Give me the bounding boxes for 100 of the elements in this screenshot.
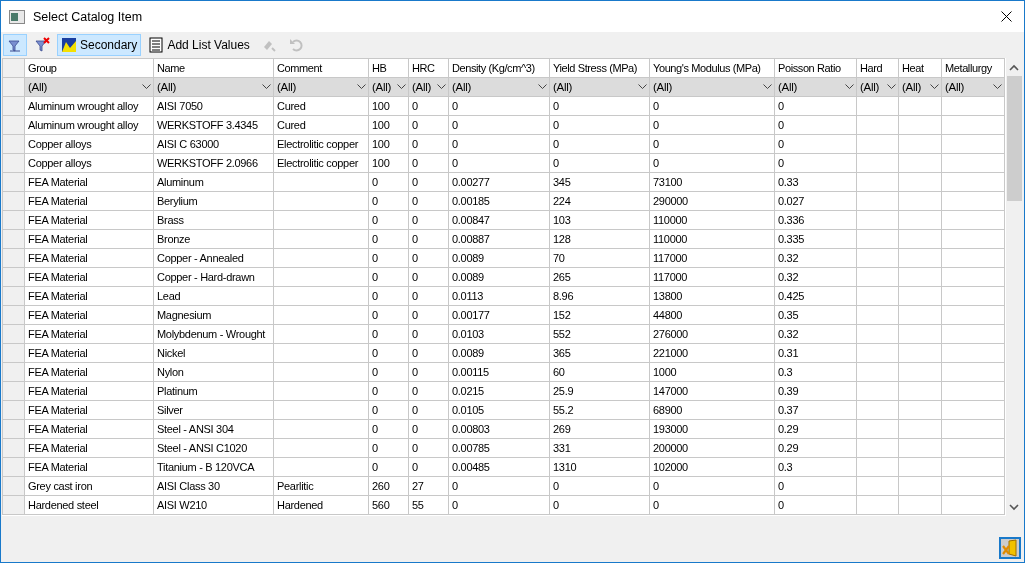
table-cell [856,495,899,515]
table-cell: 0 [649,495,775,515]
list-icon [148,37,165,53]
table-cell: 0 [649,153,775,173]
toolbar-button[interactable]: Secondary [57,34,142,56]
exit-door-icon [1001,539,1019,557]
column-header[interactable]: Young's Modulus (MPa) [649,58,775,78]
filter-clear-icon [34,37,50,53]
table-cell: FEA Material [24,305,154,325]
dropdown-caret-icon [930,84,939,90]
table-cell: 0 [368,438,409,458]
table-cell: 0.31 [774,343,857,363]
table-cell [856,191,899,211]
table-cell: WERKSTOFF 2.0966 [153,153,274,173]
column-header[interactable]: Poisson Ratio [774,58,857,78]
dropdown-caret-icon [262,84,271,90]
table-cell: Platinum [153,381,274,401]
table-cell [898,343,942,363]
table-cell: 60 [549,362,650,382]
table-cell: Electrolitic copper [273,153,369,173]
table-cell [941,381,1005,401]
table-cell: 0.0089 [448,343,550,363]
table-cell: 290000 [649,191,775,211]
dropdown-caret-icon [638,84,647,90]
table-cell: 0 [368,210,409,230]
table-cell: 73100 [649,172,775,192]
table-cell: 8.96 [549,286,650,306]
table-cell: Electrolitic copper [273,134,369,154]
table-cell: 117000 [649,248,775,268]
table-cell [898,438,942,458]
table-cell: 100 [368,96,409,116]
table-cell: 0 [549,495,650,515]
table-cell: 0.00803 [448,419,550,439]
table-cell: 102000 [649,457,775,477]
table-cell [856,324,899,344]
table-cell: 0 [408,210,449,230]
table-cell: Hardened [273,495,369,515]
table-cell: FEA Material [24,381,154,401]
column-header[interactable]: Metallurgy [941,58,1005,78]
column-header[interactable]: Heat [898,58,942,78]
table-cell: Copper - Annealed [153,248,274,268]
table-cell: Aluminum [153,172,274,192]
table-cell: 0 [408,229,449,249]
table-cell: FEA Material [24,248,154,268]
table-cell: FEA Material [24,172,154,192]
table-cell: 0.00785 [448,438,550,458]
table-cell: 0 [448,153,550,173]
table-cell [898,248,942,268]
table-cell: 260 [368,476,409,496]
toolbar-button[interactable]: Add List Values [144,34,254,56]
column-header[interactable]: HRC [408,58,449,78]
table-cell: 0 [408,362,449,382]
table-cell [941,495,1005,515]
table-cell: 1310 [549,457,650,477]
table-cell: 0 [408,305,449,325]
table-cell [856,305,899,325]
column-header[interactable]: Hard [856,58,899,78]
exit-button[interactable] [999,537,1021,559]
table-cell: 0 [368,362,409,382]
column-header[interactable]: Yield Stress (MPa) [549,58,650,78]
dropdown-caret-icon [845,84,854,90]
table-cell: 0.00185 [448,191,550,211]
table-cell: 0 [368,381,409,401]
table-cell: 0 [774,476,857,496]
table-cell [941,362,1005,382]
table-cell [898,400,942,420]
column-header[interactable]: Group [24,58,154,78]
table-cell: FEA Material [24,324,154,344]
table-cell: 0.32 [774,267,857,287]
table-cell: Aluminum wrought alloy [24,96,154,116]
table-cell [898,115,942,135]
table-cell: 0 [649,134,775,154]
table-cell: 27 [408,476,449,496]
table-cell: 224 [549,191,650,211]
table-cell: 0 [368,343,409,363]
scrollbar-thumb[interactable] [1006,76,1022,201]
table-cell: 0 [368,229,409,249]
scroll-up-icon[interactable] [1009,63,1019,71]
table-cell: 0.027 [774,191,857,211]
table-cell: FEA Material [24,457,154,477]
filter-icon [7,37,23,53]
column-header[interactable]: Comment [273,58,369,78]
column-header[interactable]: Density (Kg/cm^3) [448,58,550,78]
dropdown-caret-icon [887,84,896,90]
table-cell: 13800 [649,286,775,306]
scroll-down-icon[interactable] [1009,503,1019,511]
table-cell: Molybdenum - Wrought [153,324,274,344]
column-header[interactable]: Name [153,58,274,78]
table-cell: 0 [649,96,775,116]
table-cell: 0 [448,476,550,496]
table-cell: 0.00485 [448,457,550,477]
table-cell: 0.39 [774,381,857,401]
column-header[interactable]: HB [368,58,409,78]
table-cell: 560 [368,495,409,515]
table-cell: 552 [549,324,650,344]
table-cell: Steel - ANSI 304 [153,419,274,439]
table-cell [898,495,942,515]
table-cell: 0 [448,96,550,116]
toolbar-icon-button[interactable] [3,34,27,56]
table-cell [941,267,1005,287]
